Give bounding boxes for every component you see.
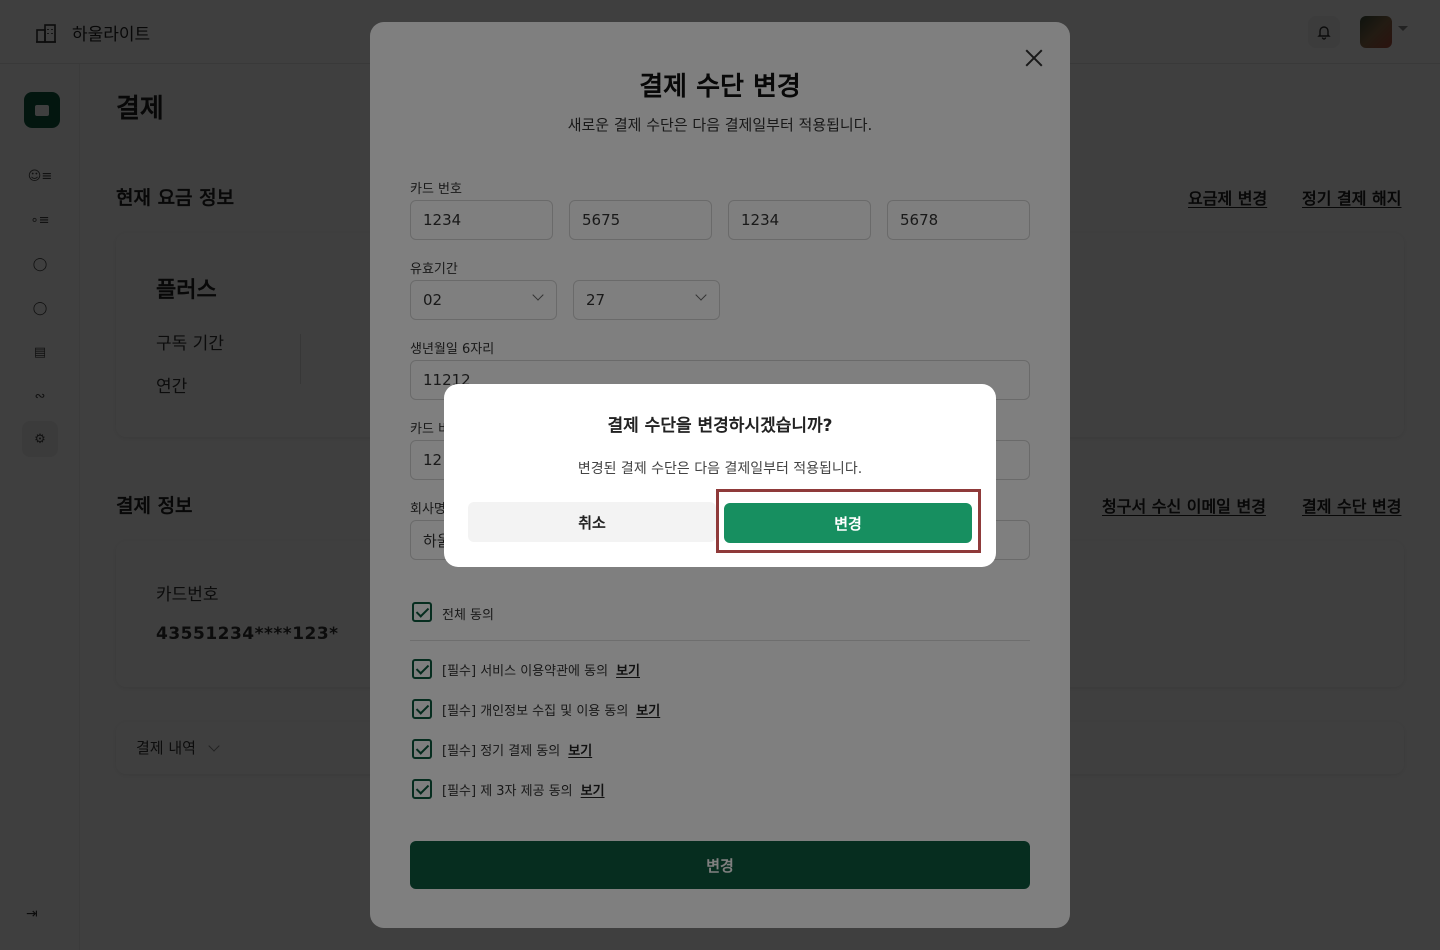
confirm-message: 변경된 결제 수단은 다음 결제일부터 적용됩니다. — [577, 461, 863, 477]
confirm-title: 결제 수단을 변경하시겠습니까? — [607, 416, 833, 436]
cancel-button[interactable]: 취소 — [468, 502, 716, 542]
highlight-box — [716, 489, 981, 553]
